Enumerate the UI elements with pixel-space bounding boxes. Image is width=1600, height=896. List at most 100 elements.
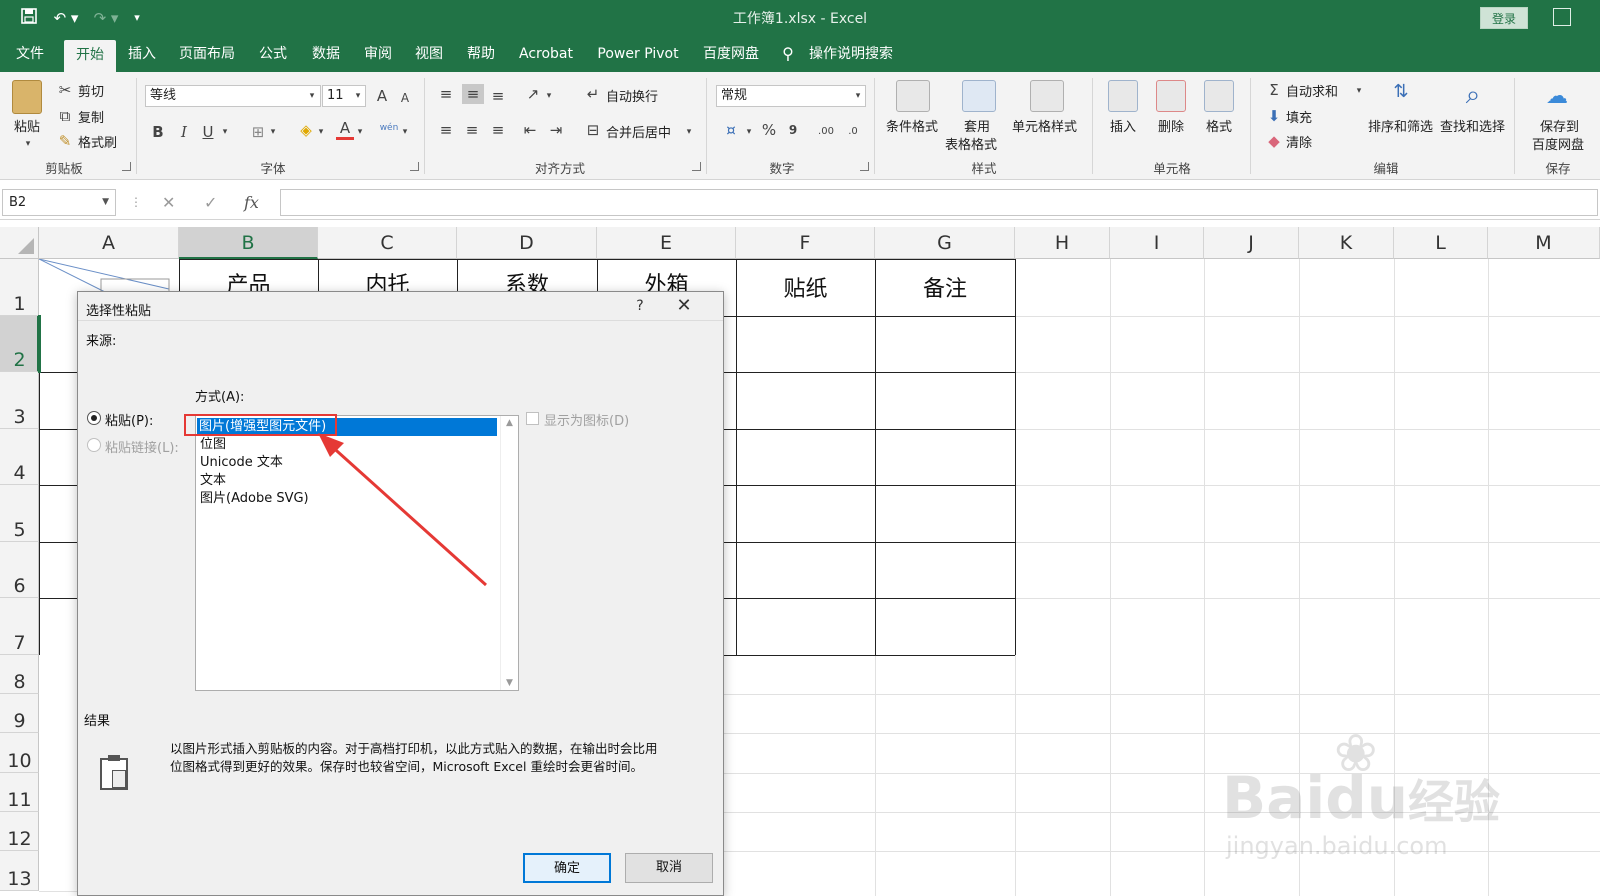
scroll-up-icon[interactable]: ▲ bbox=[501, 418, 518, 428]
clipboard-launcher-icon[interactable] bbox=[122, 162, 131, 171]
bold-button[interactable]: B bbox=[150, 122, 166, 142]
merge-dropdown-icon[interactable]: ▾ bbox=[684, 122, 694, 142]
cell-styles-button[interactable]: 单元格样式 bbox=[1012, 116, 1077, 135]
paste-link-radio[interactable] bbox=[87, 438, 101, 452]
align-middle-icon[interactable]: ≡ bbox=[462, 84, 484, 104]
tab-acrobat[interactable]: Acrobat bbox=[512, 36, 580, 72]
phonetic-dropdown-icon[interactable]: ▾ bbox=[400, 122, 410, 142]
font-name-combo[interactable]: 等线 bbox=[145, 85, 321, 107]
row-header-2[interactable]: 2 bbox=[0, 316, 39, 372]
format-painter-button[interactable]: 格式刷 bbox=[78, 132, 117, 151]
phonetic-icon[interactable]: wén bbox=[378, 118, 400, 138]
percent-style-button[interactable]: % bbox=[760, 120, 778, 140]
copy-button[interactable]: 复制 bbox=[78, 107, 104, 126]
close-button[interactable]: ✕ bbox=[671, 294, 697, 318]
cancel-button[interactable]: 取消 bbox=[625, 853, 713, 883]
row-header-10[interactable]: 10 bbox=[0, 733, 39, 773]
comma-style-button[interactable]: 9 bbox=[786, 120, 800, 140]
column-header-j[interactable]: J bbox=[1204, 227, 1299, 259]
column-header-i[interactable]: I bbox=[1110, 227, 1204, 259]
underline-button[interactable]: U bbox=[200, 122, 216, 142]
fill-color-icon[interactable]: ◈ bbox=[296, 120, 316, 140]
column-header-k[interactable]: K bbox=[1299, 227, 1394, 259]
row-header-6[interactable]: 6 bbox=[0, 542, 39, 598]
row-header-7[interactable]: 7 bbox=[0, 598, 39, 655]
row-header-1[interactable]: 1 bbox=[0, 259, 39, 316]
underline-dropdown-icon[interactable]: ▾ bbox=[220, 122, 230, 142]
format-cells-button[interactable]: 格式 bbox=[1206, 116, 1232, 135]
column-header-g[interactable]: G bbox=[875, 227, 1015, 259]
fill-color-dropdown-icon[interactable]: ▾ bbox=[316, 122, 326, 142]
row-header-9[interactable]: 9 bbox=[0, 694, 39, 733]
align-center-icon[interactable]: ≡ bbox=[462, 120, 482, 140]
borders-icon[interactable]: ⊞ bbox=[248, 122, 268, 142]
cell-f1[interactable]: 贴纸 bbox=[736, 271, 875, 303]
paste-radio[interactable] bbox=[87, 411, 101, 425]
scroll-down-icon[interactable]: ▼ bbox=[501, 678, 518, 688]
name-box[interactable]: B2 ▼ bbox=[2, 189, 116, 216]
tab-file[interactable]: 文件 bbox=[4, 36, 56, 72]
column-header-l[interactable]: L bbox=[1394, 227, 1488, 259]
insert-function-icon[interactable]: fx bbox=[244, 193, 259, 212]
column-header-h[interactable]: H bbox=[1015, 227, 1110, 259]
align-right-icon[interactable]: ≡ bbox=[488, 120, 508, 140]
paste-icon[interactable] bbox=[12, 80, 42, 114]
italic-button[interactable]: I bbox=[176, 122, 192, 142]
decrease-indent-icon[interactable]: ⇤ bbox=[520, 120, 540, 140]
increase-indent-icon[interactable]: ⇥ bbox=[546, 120, 566, 140]
increase-decimal-icon[interactable]: .00 bbox=[814, 122, 838, 142]
find-select-button[interactable]: 查找和选择 bbox=[1440, 116, 1505, 135]
display-as-icon-checkbox[interactable] bbox=[526, 412, 539, 425]
delete-cells-button[interactable]: 删除 bbox=[1158, 116, 1184, 135]
font-color-dropdown-icon[interactable]: ▾ bbox=[355, 122, 365, 142]
tab-home[interactable]: 开始 bbox=[64, 40, 116, 72]
decrease-decimal-icon[interactable]: .0 bbox=[842, 122, 864, 142]
insert-cells-button[interactable]: 插入 bbox=[1110, 116, 1136, 135]
column-header-c[interactable]: C bbox=[318, 227, 457, 259]
column-header-b[interactable]: B bbox=[179, 227, 318, 259]
row-header-3[interactable]: 3 bbox=[0, 372, 39, 429]
tab-data[interactable]: 数据 bbox=[301, 36, 351, 72]
save-to-netdisk-button-b[interactable]: 百度网盘 bbox=[1532, 134, 1584, 153]
font-name-dropdown-icon[interactable]: ▾ bbox=[306, 86, 318, 106]
tab-view[interactable]: 视图 bbox=[404, 36, 454, 72]
paste-dropdown-icon[interactable]: ▾ bbox=[22, 134, 34, 154]
font-color-icon[interactable]: A bbox=[336, 119, 354, 140]
list-item-unicode-text[interactable]: Unicode 文本 bbox=[200, 454, 283, 472]
ok-button[interactable]: 确定 bbox=[523, 853, 611, 883]
list-item-text[interactable]: 文本 bbox=[200, 472, 226, 490]
tab-page-layout[interactable]: 页面布局 bbox=[172, 36, 242, 72]
help-button[interactable]: ? bbox=[628, 294, 652, 318]
tab-power-pivot[interactable]: Power Pivot bbox=[592, 36, 684, 72]
column-header-f[interactable]: F bbox=[736, 227, 875, 259]
row-header-8[interactable]: 8 bbox=[0, 655, 39, 694]
align-left-icon[interactable]: ≡ bbox=[436, 120, 456, 140]
conditional-formatting-button[interactable]: 条件格式 bbox=[886, 116, 938, 135]
column-header-m[interactable]: M bbox=[1488, 227, 1600, 259]
formula-input[interactable] bbox=[280, 189, 1598, 216]
column-header-d[interactable]: D bbox=[457, 227, 597, 259]
save-to-netdisk-button-a[interactable]: 保存到 bbox=[1540, 116, 1579, 135]
align-top-icon[interactable]: ≡ bbox=[436, 84, 456, 104]
align-bottom-icon[interactable]: ≡ bbox=[488, 86, 508, 106]
row-header-12[interactable]: 12 bbox=[0, 812, 39, 851]
login-button[interactable]: 登录 bbox=[1480, 7, 1528, 29]
format-as-table-button-b[interactable]: 表格格式 bbox=[945, 134, 997, 153]
cell-g1[interactable]: 备注 bbox=[875, 271, 1015, 303]
list-item-adobe-svg[interactable]: 图片(Adobe SVG) bbox=[200, 490, 309, 508]
tab-review[interactable]: 审阅 bbox=[353, 36, 403, 72]
number-launcher-icon[interactable] bbox=[860, 162, 869, 171]
autosum-dropdown-icon[interactable]: ▾ bbox=[1354, 81, 1364, 101]
tab-formulas[interactable]: 公式 bbox=[248, 36, 298, 72]
tell-me-search[interactable]: 操作说明搜索 bbox=[806, 36, 896, 72]
row-header-4[interactable]: 4 bbox=[0, 429, 39, 485]
orientation-icon[interactable]: ↗ bbox=[522, 84, 544, 104]
tab-insert[interactable]: 插入 bbox=[118, 36, 166, 72]
enter-entry-icon[interactable]: ✓ bbox=[204, 193, 217, 212]
cut-button[interactable]: 剪切 bbox=[78, 81, 104, 100]
paste-radio-label[interactable]: 粘贴(P): bbox=[105, 410, 153, 429]
shrink-font-icon[interactable]: A bbox=[398, 88, 412, 108]
select-all-corner[interactable] bbox=[0, 227, 39, 259]
display-as-icon-label[interactable]: 显示为图标(D) bbox=[544, 410, 629, 429]
merge-center-button[interactable]: 合并后居中 bbox=[606, 122, 671, 141]
